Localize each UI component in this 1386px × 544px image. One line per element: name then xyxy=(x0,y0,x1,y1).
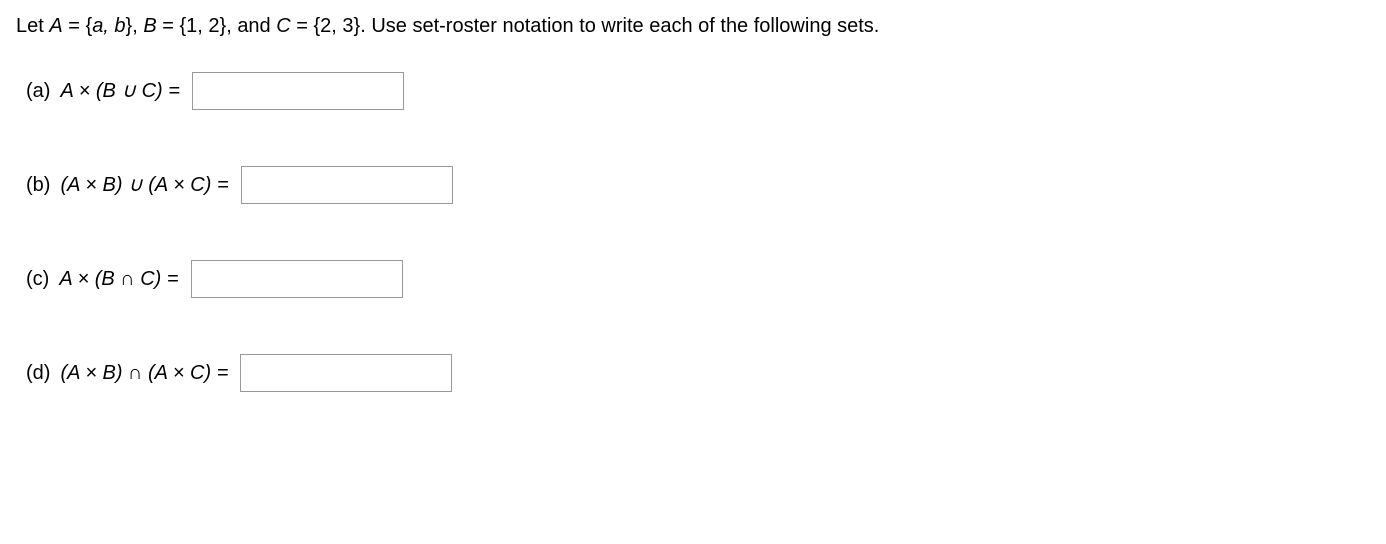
question-b-expression: (A × B) ∪ (A × C) = xyxy=(60,171,228,199)
question-d-row: (d) (A × B) ∩ (A × C) = xyxy=(16,354,1370,392)
intro-A: A xyxy=(49,15,62,37)
question-d-label: (d) xyxy=(26,359,50,387)
intro-Aset: a, b xyxy=(92,15,125,37)
question-a-label: (a) xyxy=(26,77,50,105)
question-c-label: (c) xyxy=(26,265,49,293)
intro-C: C xyxy=(276,15,290,37)
question-a-expression: A × (B ∪ C) = xyxy=(60,77,179,105)
question-c-row: (c) A × (B ∩ C) = xyxy=(16,260,1370,298)
question-b-row: (b) (A × B) ∪ (A × C) = xyxy=(16,166,1370,204)
question-b-label: (b) xyxy=(26,171,50,199)
question-d-expression: (A × B) ∩ (A × C) = xyxy=(60,359,228,387)
problem-statement: Let A = {a, b}, B = {1, 2}, and C = {2, … xyxy=(16,12,1370,40)
intro-pre: Let xyxy=(16,15,49,37)
intro-close1: }, xyxy=(126,15,144,37)
answer-input-b[interactable] xyxy=(241,166,453,204)
answer-input-c[interactable] xyxy=(191,260,403,298)
intro-Aeq: = { xyxy=(63,15,92,37)
intro-Ceq: = {2, 3}. Use set-roster notation to wri… xyxy=(291,15,880,37)
question-a-row: (a) A × (B ∪ C) = xyxy=(16,72,1370,110)
intro-B: B xyxy=(143,15,156,37)
answer-input-a[interactable] xyxy=(192,72,404,110)
intro-Beq: = {1, 2}, and xyxy=(157,15,277,37)
answer-input-d[interactable] xyxy=(240,354,452,392)
question-c-expression: A × (B ∩ C) = xyxy=(59,265,178,293)
